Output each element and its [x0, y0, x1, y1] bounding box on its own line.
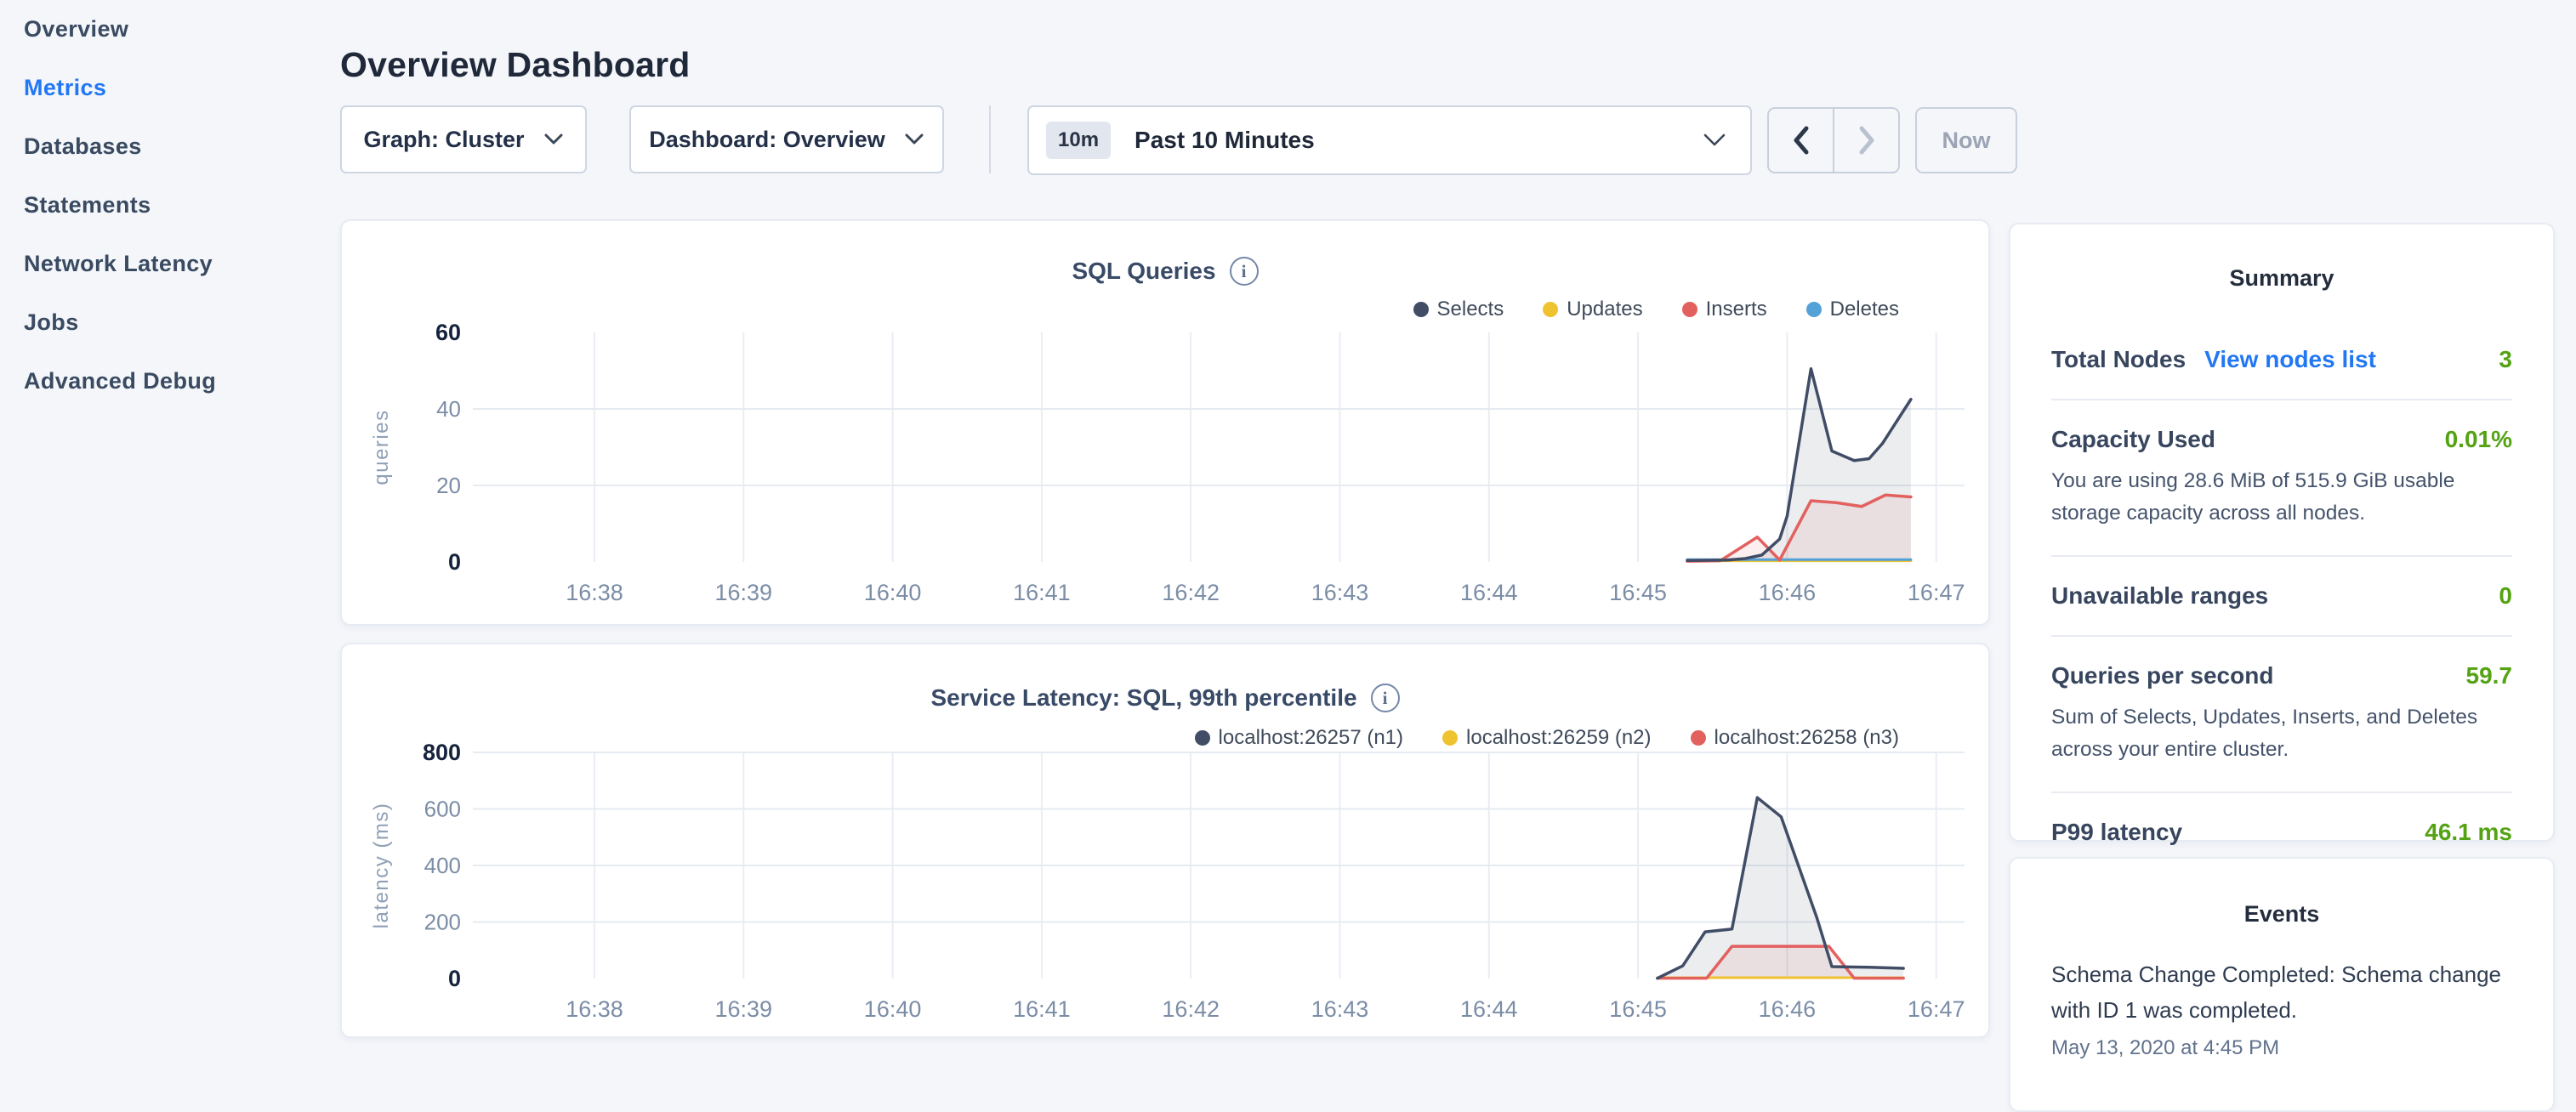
summary-row-value: 59.7	[2466, 662, 2513, 689]
sidebar: OverviewMetricsDatabasesStatementsNetwor…	[0, 0, 340, 1051]
time-range-label: Past 10 Minutes	[1134, 127, 1703, 154]
sidebar-item-statements[interactable]: Statements	[0, 176, 340, 235]
summary-row: Unavailable ranges 0	[2051, 555, 2512, 635]
y-axis-label: 800	[423, 740, 461, 765]
graph-dropdown-label: Graph: Cluster	[363, 127, 524, 153]
x-axis-label: 16:43	[1311, 580, 1369, 605]
x-axis-label: 16:41	[1013, 580, 1071, 605]
x-axis-label: 16:40	[864, 580, 922, 605]
y-axis-unit-label: latency (ms)	[370, 803, 393, 929]
series-area	[1658, 797, 1903, 979]
x-axis-label: 16:42	[1162, 580, 1220, 605]
x-axis-label: 16:47	[1908, 996, 1965, 1022]
x-axis-label: 16:42	[1162, 996, 1220, 1022]
graph-dropdown[interactable]: Graph: Cluster	[340, 105, 587, 173]
summary-row-label: P99 latency	[2051, 819, 2182, 846]
x-axis-label: 16:39	[715, 580, 773, 605]
dashboard-dropdown[interactable]: Dashboard: Overview	[629, 105, 944, 173]
x-axis-label: 16:46	[1759, 580, 1817, 605]
event-timestamp: May 13, 2020 at 4:45 PM	[2051, 1036, 2512, 1060]
y-axis-label: 600	[424, 797, 461, 822]
sidebar-item-network-latency[interactable]: Network Latency	[0, 235, 340, 293]
y-axis-unit-label: queries	[370, 409, 393, 485]
summary-row: Capacity Used 0.01% You are using 28.6 MiB…	[2051, 399, 2512, 555]
summary-row-label: Queries per second	[2051, 662, 2273, 689]
summary-row-value: 0.01%	[2445, 426, 2512, 453]
summary-panel: Summary Total Nodes View nodes list 3 Capac…	[2009, 223, 2555, 842]
y-axis-label: 0	[448, 966, 461, 991]
series-area	[1687, 369, 1911, 562]
x-axis-label: 16:38	[566, 580, 623, 605]
x-axis-label: 16:47	[1908, 580, 1965, 605]
toolbar-divider	[989, 105, 991, 173]
summary-row-label: Capacity Used	[2051, 426, 2215, 453]
x-axis-label: 16:44	[1460, 996, 1518, 1022]
x-axis-label: 16:46	[1759, 996, 1817, 1022]
previous-time-button[interactable]	[1769, 109, 1833, 172]
sidebar-item-jobs[interactable]: Jobs	[0, 293, 340, 352]
event-text: Schema Change Completed: Schema change w…	[2051, 956, 2512, 1028]
events-title: Events	[2051, 901, 2512, 928]
sidebar-item-metrics[interactable]: Metrics	[0, 59, 340, 117]
events-panel: Events Schema Change Completed: Schema c…	[2009, 857, 2555, 1112]
y-axis-label: 400	[424, 853, 461, 878]
chevron-down-icon	[543, 133, 564, 145]
events-list: Schema Change Completed: Schema change w…	[2051, 956, 2512, 1060]
sidebar-item-advanced-debug[interactable]: Advanced Debug	[0, 352, 340, 411]
summary-title: Summary	[2051, 265, 2512, 292]
summary-row-value: 46.1 ms	[2425, 819, 2512, 846]
y-axis-label: 0	[448, 549, 461, 575]
chevron-left-icon	[1792, 125, 1811, 156]
sidebar-item-databases[interactable]: Databases	[0, 117, 340, 176]
summary-row: Queries per second 59.7 Sum of Selects, Up…	[2051, 635, 2512, 791]
x-axis-label: 16:45	[1609, 580, 1667, 605]
x-axis-label: 16:40	[864, 996, 922, 1022]
sidebar-item-overview[interactable]: Overview	[0, 0, 340, 59]
sql-queries-chart[interactable]: 16:38 16:39 16:40 16:41 16:42 16:43 16:44 16:45…	[342, 221, 1988, 624]
summary-row: Total Nodes View nodes list 3	[2051, 321, 2512, 399]
service-latency-chart[interactable]: 16:38 16:39 16:40 16:41 16:42 16:43 16:44 16:45…	[342, 644, 1988, 1036]
summary-row-description: Sum of Selects, Updates, Inserts, and De…	[2051, 701, 2512, 766]
sql-queries-chart-card: SQL Queries i SelectsUpdatesInsertsDelet…	[340, 219, 1990, 626]
y-axis-label: 200	[424, 910, 461, 935]
dashboard-dropdown-label: Dashboard: Overview	[649, 127, 885, 153]
summary-row-value: 0	[2499, 582, 2512, 610]
x-axis-label: 16:44	[1460, 580, 1518, 605]
y-axis-label: 20	[436, 473, 461, 498]
x-axis-label: 16:45	[1609, 996, 1667, 1022]
summary-row-label: Total Nodes	[2051, 346, 2186, 373]
chevron-down-icon	[904, 133, 924, 145]
view-nodes-list-link[interactable]: View nodes list	[2204, 346, 2376, 373]
time-range-dropdown[interactable]: 10m Past 10 Minutes	[1027, 105, 1752, 175]
x-axis-label: 16:41	[1013, 996, 1071, 1022]
summary-rows: Total Nodes View nodes list 3 Capacity Used…	[2051, 321, 2512, 871]
service-latency-chart-card: Service Latency: SQL, 99th percentile i …	[340, 643, 1990, 1038]
next-time-button[interactable]	[1833, 109, 1898, 172]
y-axis-label: 60	[435, 320, 461, 345]
summary-row-label: Unavailable ranges	[2051, 582, 2268, 610]
summary-row-value: 3	[2499, 346, 2512, 373]
summary-row-description: You are using 28.6 MiB of 515.9 GiB usab…	[2051, 465, 2512, 530]
x-axis-label: 16:43	[1311, 996, 1369, 1022]
page-title: Overview Dashboard	[340, 45, 690, 85]
now-button[interactable]: Now	[1915, 107, 2017, 173]
time-range-badge: 10m	[1046, 122, 1111, 159]
x-axis-label: 16:39	[715, 996, 773, 1022]
chevron-right-icon	[1857, 125, 1876, 156]
x-axis-label: 16:38	[566, 996, 623, 1022]
chevron-down-icon	[1703, 133, 1726, 147]
y-axis-label: 40	[436, 396, 461, 422]
time-step-buttons	[1767, 107, 1900, 173]
